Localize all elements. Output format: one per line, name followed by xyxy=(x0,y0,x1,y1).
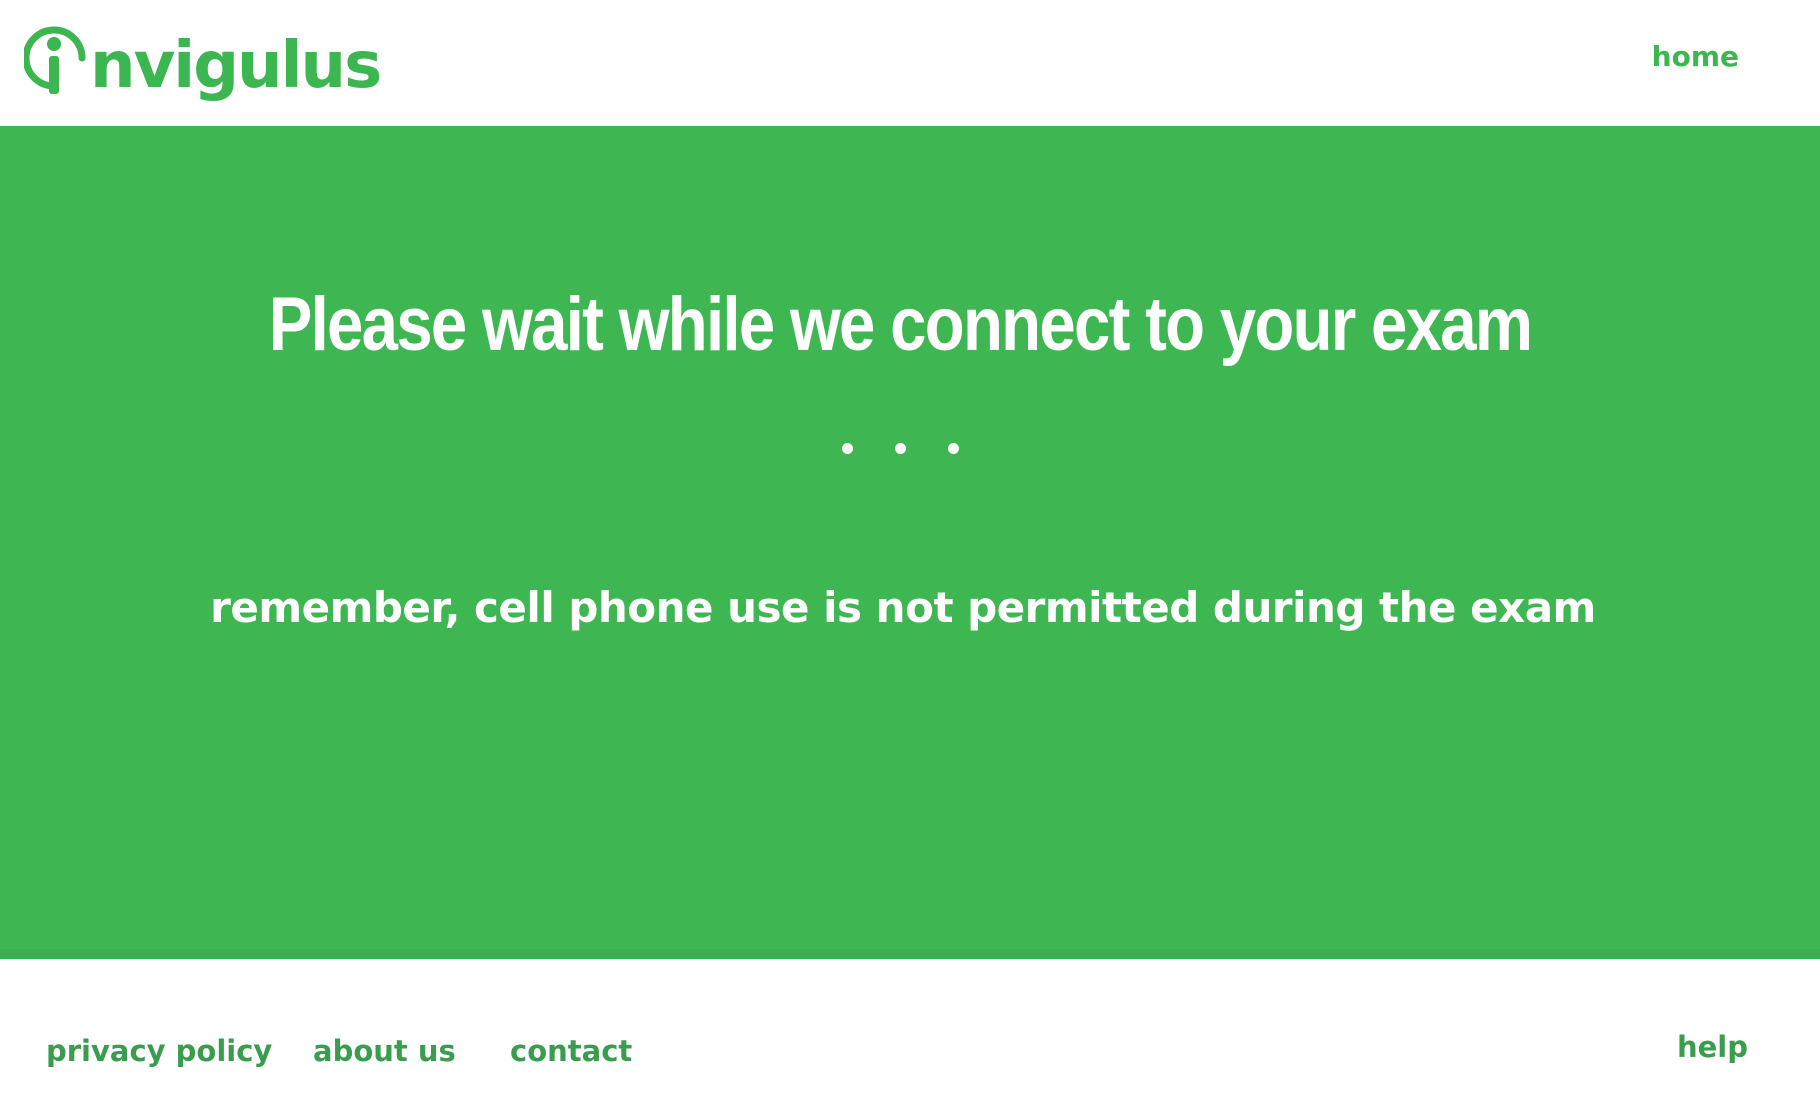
connecting-panel: Please wait while we connect to your exa… xyxy=(0,126,1820,959)
reminder-message: remember, cell phone use is not permitte… xyxy=(210,583,1596,632)
privacy-policy-link[interactable]: privacy policy xyxy=(46,1034,272,1068)
header: nvigulus home xyxy=(0,0,1820,126)
help-link[interactable]: help xyxy=(1677,1030,1748,1064)
contact-link[interactable]: contact xyxy=(510,1034,632,1068)
i-circle-logo-icon xyxy=(24,20,92,112)
page-title: Please wait while we connect to your exa… xyxy=(268,282,1533,367)
loading-dots-indicator xyxy=(0,443,1800,454)
page: nvigulus home Please wait while we conne… xyxy=(0,0,1820,1102)
panel-divider xyxy=(0,949,1820,959)
logo[interactable]: nvigulus xyxy=(24,20,382,112)
loading-dot xyxy=(894,443,906,454)
home-link[interactable]: home xyxy=(1652,40,1739,73)
logo-text: nvigulus xyxy=(90,29,382,103)
loading-dot xyxy=(947,443,959,454)
about-us-link[interactable]: about us xyxy=(313,1034,456,1068)
loading-dot xyxy=(841,443,853,454)
footer: privacy policy about us contact help xyxy=(0,959,1820,1102)
